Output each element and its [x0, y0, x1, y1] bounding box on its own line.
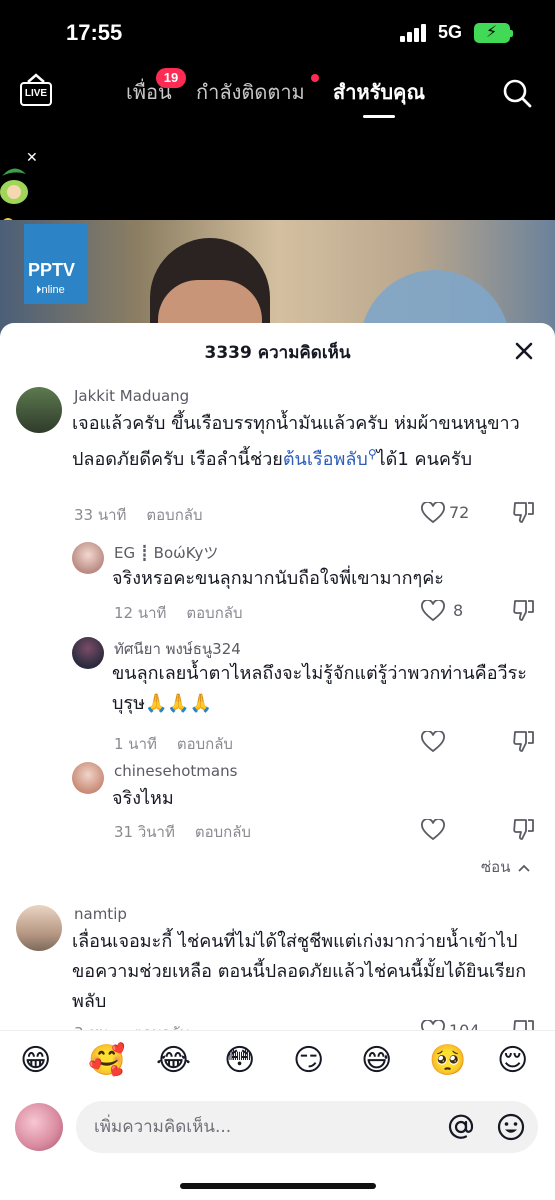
- user-avatar: [15, 1103, 63, 1151]
- comment-username[interactable]: namtip: [74, 905, 127, 923]
- reply-button[interactable]: ตอบกลับ: [146, 506, 202, 524]
- mention-icon[interactable]: [446, 1112, 476, 1142]
- like-count: 72: [449, 503, 470, 522]
- reply-button[interactable]: ตอบกลับ: [195, 823, 251, 841]
- comment-input-container[interactable]: [76, 1101, 538, 1153]
- chevron-up-icon: [518, 864, 530, 872]
- like-count: 8: [453, 601, 464, 620]
- heart-icon[interactable]: [421, 600, 445, 622]
- channel-sub: ⏵nline: [36, 284, 65, 296]
- comment-username[interactable]: chinesehotmans: [114, 762, 237, 780]
- avatar[interactable]: [16, 905, 62, 951]
- promo-close-icon[interactable]: ✕: [26, 150, 38, 166]
- emoji-flushed[interactable]: 😳: [224, 1043, 255, 1078]
- video-player[interactable]: PPTV ⏵nline: [0, 220, 555, 340]
- comment-username[interactable]: Jakkit Maduang: [74, 387, 189, 405]
- heart-icon[interactable]: [421, 502, 445, 524]
- close-icon[interactable]: [512, 339, 536, 363]
- network-type: 5G: [438, 22, 463, 42]
- friends-badge: 19: [156, 68, 186, 88]
- home-indicator: [180, 1183, 376, 1189]
- comment-time: 1 นาที: [114, 735, 157, 753]
- hide-replies-button[interactable]: ซ่อน: [481, 855, 531, 879]
- emoji-sweat-smile[interactable]: 😅: [361, 1043, 392, 1078]
- channel-name: PPTV: [28, 260, 76, 280]
- comment-text: เลื่อนเจอมะกี้ ไช่คนที่ไม่ได้ใส่ชูชีพแต่…: [72, 931, 527, 1012]
- avatar[interactable]: [16, 387, 62, 433]
- live-label: LIVE: [20, 82, 52, 106]
- avatar[interactable]: [72, 637, 104, 669]
- comment-meta: 33 นาที ตอบกลับ: [74, 503, 203, 527]
- emoji-pleading[interactable]: 🥺: [429, 1043, 466, 1078]
- channel-logo: PPTV ⏵nline: [24, 224, 88, 304]
- search-hint-icon: ⚲: [367, 447, 377, 461]
- comment-search-link[interactable]: ต้นเรือพลับ: [283, 449, 368, 470]
- following-notification-dot: [311, 74, 319, 82]
- signal-icon: [400, 24, 430, 42]
- reply-item: EG ┋ BoώKyツ จริงหรอคะขนลุกมากนับถือใจพี่…: [0, 538, 555, 630]
- heart-icon[interactable]: [421, 731, 445, 753]
- thumbs-down-icon[interactable]: [512, 729, 536, 753]
- comments-count-title: 3339 ความคิดเห็น: [204, 343, 351, 363]
- comment-username[interactable]: ทัศนียา พงษ์ธนู324: [114, 637, 241, 661]
- emoji-smirk[interactable]: 😏: [293, 1043, 324, 1078]
- comment-username[interactable]: EG ┋ BoώKyツ: [114, 542, 218, 563]
- reply-item: chinesehotmans จริงไหม 31 วินาที ตอบกลับ: [0, 760, 555, 850]
- comment-item: Jakkit Maduang เจอแล้วครับ ขึ้นเรือบรรทุ…: [0, 383, 555, 533]
- emoji-relieved[interactable]: 😌: [497, 1043, 528, 1078]
- comment-meta: 12 นาที ตอบกลับ: [114, 601, 243, 625]
- comment-meta: 31 วินาที ตอบกลับ: [114, 820, 251, 844]
- status-bar: 17:55 5G ⚡: [0, 0, 555, 62]
- comment-text: จริงไหม: [112, 788, 174, 809]
- comment-text: ขนลุกเลยน้ำตาไหลถึงจะไม่รู้จักแต่รู้ว่าพ…: [112, 663, 527, 714]
- clock: 17:55: [66, 20, 123, 45]
- comment-item: namtip เลื่อนเจอมะกี้ ไช่คนที่ไม่ได้ใส่ช…: [0, 901, 555, 1042]
- thumbs-down-icon[interactable]: [512, 500, 536, 524]
- search-icon[interactable]: [502, 78, 532, 108]
- channel-sub-text: nline: [41, 284, 65, 296]
- tab-for-you[interactable]: สำหรับคุณ: [333, 76, 425, 118]
- avatar[interactable]: [72, 762, 104, 794]
- reply-button[interactable]: ตอบกลับ: [177, 735, 233, 753]
- comment-time: 33 นาที: [74, 506, 127, 524]
- comment-input[interactable]: [94, 1113, 424, 1141]
- comment-text-part: ได้1 คนครับ: [376, 449, 473, 470]
- comment-text: จริงหรอคะขนลุกมากนับถือใจพี่เขามากๆค่ะ: [112, 568, 444, 589]
- avatar[interactable]: [72, 542, 104, 574]
- emoji-picker-icon[interactable]: [496, 1112, 526, 1142]
- emoji-grin[interactable]: 😁: [20, 1043, 51, 1078]
- comment-time: 12 นาที: [114, 604, 167, 622]
- battery-charging-icon: ⚡: [474, 22, 513, 43]
- top-nav: LIVE เพื่อน 19 กำลังติดตาม สำหรับคุณ: [0, 62, 555, 122]
- reply-button[interactable]: ตอบกลับ: [186, 604, 242, 622]
- comment-composer: 😁 🥰 😂 😳 😏 😅 🥺 😌: [0, 1030, 555, 1200]
- comment-meta: 1 นาที ตอบกลับ: [114, 732, 233, 756]
- reply-item: ทัศนียา พงษ์ธนู324 ขนลุกเลยน้ำตาไหลถึงจะ…: [0, 633, 555, 758]
- hide-replies-label: ซ่อน: [481, 858, 511, 876]
- comment-time: 31 วินาที: [114, 823, 175, 841]
- tab-following[interactable]: กำลังติดตาม: [196, 76, 305, 108]
- emoji-joy[interactable]: 😂: [156, 1043, 191, 1078]
- comment-text: เจอแล้วครับ ขึ้นเรือบรรทุกน้ำมันแล้วครับ…: [72, 409, 528, 475]
- thumbs-down-icon[interactable]: [512, 817, 536, 841]
- heart-icon[interactable]: [421, 819, 445, 841]
- emoji-smiling-hearts[interactable]: 🥰: [88, 1043, 125, 1078]
- live-icon[interactable]: LIVE: [18, 72, 54, 108]
- thumbs-down-icon[interactable]: [512, 598, 536, 622]
